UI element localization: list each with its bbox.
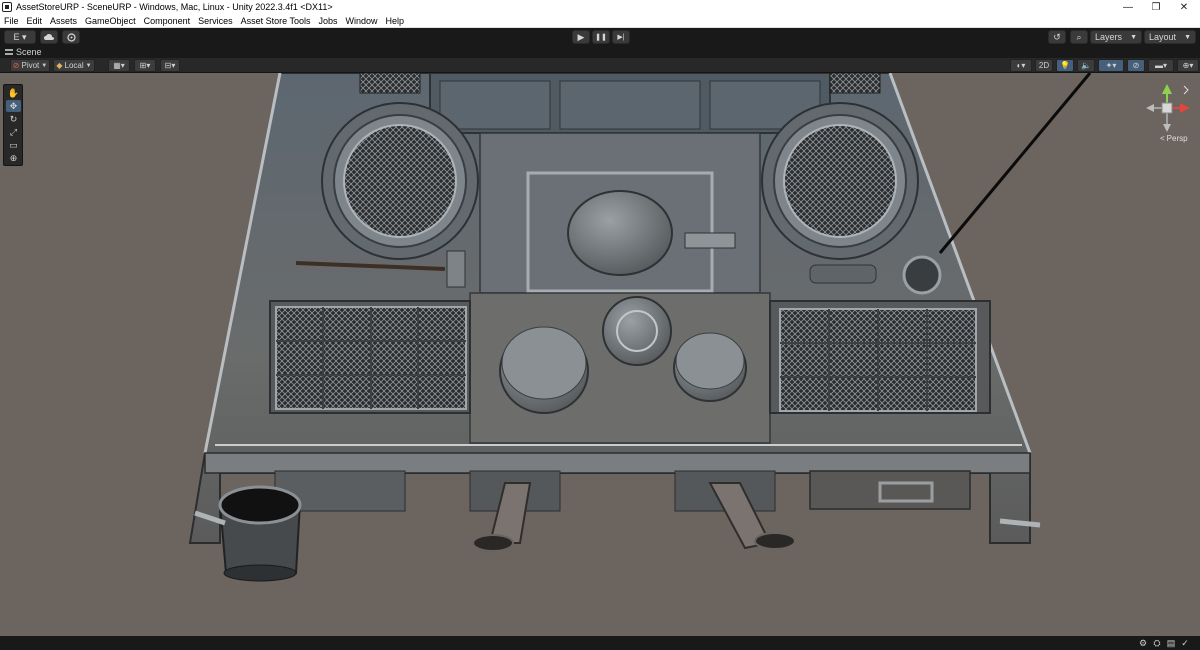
rect-icon: ▭ — [9, 139, 18, 150]
grid-icon: ▦▾ — [113, 61, 125, 70]
camera-dropdown[interactable]: ▬▾ — [1148, 59, 1174, 72]
menu-jobs[interactable]: Jobs — [319, 16, 338, 26]
gizmo-icon: ⊕▾ — [1182, 61, 1194, 70]
step-icon: ▶| — [617, 34, 625, 41]
play-icon: ▶ — [577, 31, 585, 42]
chevron-down-icon: ▼ — [85, 62, 92, 69]
audio-toggle[interactable]: 🔈 — [1077, 59, 1095, 72]
account-dropdown[interactable]: E ▾ — [4, 30, 36, 44]
menu-assets[interactable]: Assets — [50, 16, 77, 26]
history-button[interactable]: ↺ — [1048, 30, 1066, 44]
pivot-label: Pivot — [21, 61, 40, 70]
tab-bar: Scene — [0, 46, 1200, 58]
check-icon[interactable]: ✓ — [1180, 638, 1190, 648]
visibility-toggle[interactable]: ⊘ — [1127, 59, 1145, 72]
transform-tool[interactable]: ⊕ — [6, 152, 21, 164]
debug-icon[interactable]: ⛭ — [1152, 638, 1162, 648]
play-button[interactable]: ▶ — [572, 30, 590, 44]
scene-viewport[interactable] — [0, 73, 1200, 636]
status-bar: ⚙ ⛭ ▤ ✓ — [0, 636, 1200, 650]
move-tool[interactable]: ✥ — [6, 100, 21, 112]
scale-tool[interactable]: ⤢ — [6, 126, 21, 138]
menu-window[interactable]: Window — [346, 16, 378, 26]
local-toggle[interactable]: ◆ Local ▼ — [53, 59, 95, 72]
cache-icon[interactable]: ▤ — [1166, 638, 1176, 648]
projection-toggle[interactable]: < Persp — [1160, 134, 1188, 143]
collab-button[interactable] — [62, 30, 80, 44]
cloud-icon — [44, 33, 54, 40]
effects-dropdown[interactable]: ✦▾ — [1098, 59, 1124, 72]
rotate-icon: ↻ — [9, 113, 18, 124]
minimize-button[interactable]: — — [1114, 0, 1142, 14]
local-label: Local — [64, 61, 84, 70]
draw-mode-icon: ◐▾ — [1016, 61, 1026, 70]
layout-label: Layout — [1149, 32, 1177, 42]
eye-slash-icon: ⊘ — [1132, 61, 1140, 70]
snap-icon: ⊞▾ — [139, 61, 151, 70]
history-icon: ↺ — [1053, 31, 1061, 42]
local-icon: ◆ — [56, 61, 63, 70]
menu-component[interactable]: Component — [144, 16, 191, 26]
scene-tab-icon — [5, 49, 13, 55]
rotate-tool[interactable]: ↻ — [6, 113, 21, 125]
search-button[interactable]: ⌕ — [1070, 30, 1088, 44]
close-button[interactable]: ✕ — [1170, 0, 1198, 14]
increment-snap-button[interactable]: ⊞▾ — [134, 59, 156, 72]
menu-services[interactable]: Services — [198, 16, 233, 26]
pause-icon: ❚❚ — [595, 34, 607, 41]
hand-tool[interactable]: ✋ — [6, 87, 21, 99]
step-button[interactable]: ▶| — [612, 30, 630, 44]
menu-gameobject[interactable]: GameObject — [85, 16, 136, 26]
main-toolbar: E ▾ ▶ ❚❚ ▶| ↺ ⌕ Layers ▼ Layout ▼ — [0, 28, 1200, 46]
mode-2d-label: 2D — [1038, 61, 1050, 70]
progress-icon[interactable]: ⚙ — [1138, 638, 1148, 648]
scale-icon: ⤢ — [9, 126, 18, 137]
camera-icon: ▬▾ — [1154, 61, 1167, 70]
window-title: AssetStoreURP - SceneURP - Windows, Mac,… — [16, 2, 333, 12]
collab-icon — [66, 32, 76, 42]
layout-dropdown[interactable]: Layout ▼ — [1144, 30, 1196, 44]
draw-mode-button[interactable]: ◐▾ — [1010, 59, 1032, 72]
layers-dropdown[interactable]: Layers ▼ — [1090, 30, 1142, 44]
tab-scene-label: Scene — [16, 47, 42, 57]
lightbulb-icon: 💡 — [1060, 61, 1070, 70]
chevron-down-icon: ▼ — [41, 62, 48, 69]
hand-icon: ✋ — [7, 87, 20, 98]
snap-settings-button[interactable]: ⊟▾ — [160, 59, 180, 72]
layers-label: Layers — [1095, 32, 1123, 42]
pause-button[interactable]: ❚❚ — [592, 30, 610, 44]
chevron-down-icon: ▼ — [1130, 33, 1137, 41]
projection-label: Persp — [1166, 134, 1188, 143]
cloud-button[interactable] — [40, 30, 58, 44]
gizmo-axes-icon — [1146, 84, 1190, 132]
menu-file[interactable]: File — [4, 16, 19, 26]
gizmos-dropdown[interactable]: ⊕▾ — [1177, 59, 1199, 72]
menu-asset-store-tools[interactable]: Asset Store Tools — [241, 16, 311, 26]
tool-palette: ✋ ✥ ↻ ⤢ ▭ ⊕ — [3, 84, 23, 166]
search-icon: ⌕ — [1076, 31, 1082, 42]
grid-snapping-button[interactable]: ▦▾ — [108, 59, 130, 72]
tank-render — [188, 73, 1092, 582]
menu-edit[interactable]: Edit — [27, 16, 43, 26]
account-label: E ▾ — [13, 31, 27, 42]
rect-tool[interactable]: ▭ — [6, 139, 21, 151]
pivot-toggle[interactable]: ⊘ Pivot ▼ — [10, 59, 50, 72]
chevron-down-icon: ▼ — [1184, 33, 1191, 41]
effects-icon: ✦▾ — [1105, 61, 1117, 70]
title-bar: AssetStoreURP - SceneURP - Windows, Mac,… — [0, 0, 1200, 14]
menu-bar: File Edit Assets GameObject Component Se… — [0, 14, 1200, 28]
transform-icon: ⊕ — [9, 152, 18, 163]
scene-toolbar: ⊘ Pivot ▼ ◆ Local ▼ ▦▾ ⊞▾ ⊟▾ ◐▾ 2D 💡 🔈 ✦… — [0, 58, 1200, 73]
chevron-left-icon: < — [1160, 134, 1165, 143]
move-icon: ✥ — [9, 100, 18, 111]
lighting-toggle[interactable]: 💡 — [1056, 59, 1074, 72]
speaker-icon: 🔈 — [1081, 61, 1091, 70]
snap-settings-icon: ⊟▾ — [164, 61, 176, 70]
mode-2d-toggle[interactable]: 2D — [1035, 59, 1053, 72]
pivot-icon: ⊘ — [12, 61, 20, 70]
unity-logo-icon — [2, 2, 12, 12]
maximize-button[interactable]: ❐ — [1142, 0, 1170, 14]
tab-scene[interactable]: Scene — [5, 47, 42, 57]
menu-help[interactable]: Help — [386, 16, 405, 26]
